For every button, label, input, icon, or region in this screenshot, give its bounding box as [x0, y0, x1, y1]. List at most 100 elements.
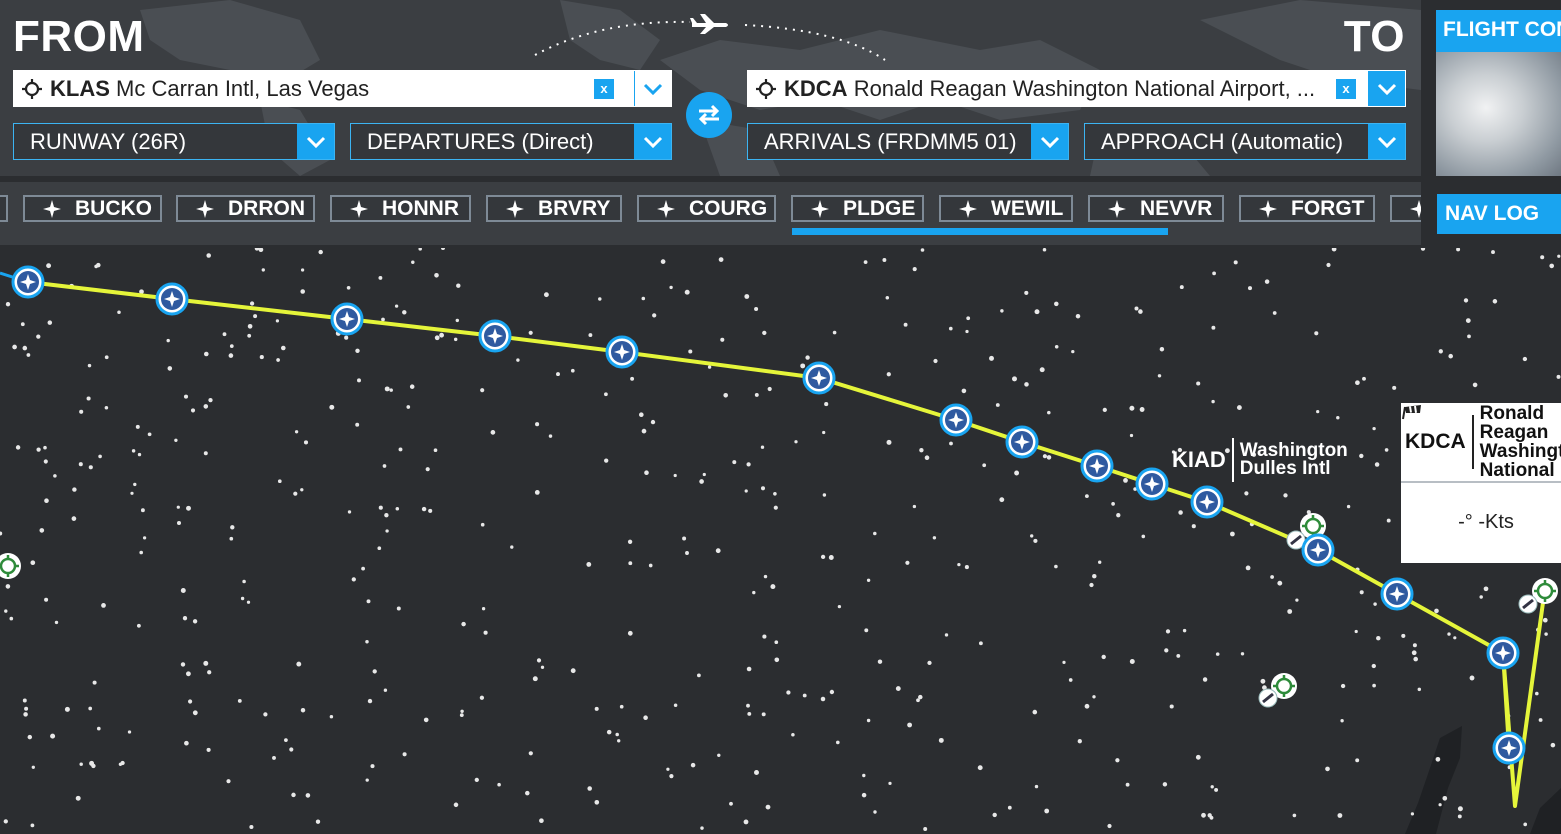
navaid-dot [247, 333, 252, 338]
arrivals-select[interactable]: ARRIVALS (FRDMM5 01) [747, 123, 1069, 160]
departure-airport-field[interactable]: KLAS Mc Carran Intl, Las Vegas x [13, 70, 672, 107]
navaid-dot [406, 405, 411, 409]
navaid-dot [1240, 652, 1245, 656]
navaid-dot [166, 338, 170, 343]
navaid-dot [822, 430, 826, 435]
navaid-dot [118, 762, 123, 766]
navaid-dot [185, 671, 191, 677]
navaid-dot [249, 301, 255, 306]
arrivals-value: ARRIVALS (FRDMM5 01) [764, 128, 1017, 154]
navaid-dot [1326, 262, 1331, 268]
waypoint-strip[interactable]: BUCKO DRRON HONNR BRVRY COURG PLDGE WEWI… [0, 182, 1421, 245]
navaid-dot [1107, 823, 1112, 829]
navaid-dot [1337, 813, 1343, 818]
navaid-dot [474, 777, 479, 783]
navaid-dot [1024, 290, 1029, 295]
navaid-dot [1032, 709, 1038, 715]
navaid-dot [96, 726, 101, 731]
flight-conditions-panel[interactable]: FLIGHT CONDITIONS [1436, 10, 1561, 176]
navaid-dot [229, 344, 234, 348]
waypoint-chip[interactable]: BRVRY [486, 195, 622, 222]
approach-value: APPROACH (Automatic) [1101, 128, 1344, 154]
navaid-dot [548, 434, 553, 438]
navaid-dot [50, 733, 56, 739]
waypoint-chip[interactable]: PLDGE [791, 195, 924, 222]
navaid-dot [835, 740, 840, 745]
navaid-dot [1457, 806, 1463, 812]
navaid-dot [746, 462, 751, 467]
world-map[interactable]: KIAD Washington Dulles Intl KDCA Ronald … [0, 248, 1561, 834]
navaid-dot [277, 479, 282, 484]
navaid-dot [365, 640, 369, 644]
arrivals-dropdown-button[interactable] [1031, 124, 1068, 159]
flight-conditions-label: FLIGHT CONDITIONS [1436, 10, 1561, 52]
navaid-dot [453, 802, 459, 808]
navaid-dot [1535, 691, 1539, 696]
waypoint-chip-partial[interactable] [1390, 195, 1421, 222]
navaid-dot [1176, 653, 1181, 658]
nav-log-button[interactable]: NAV LOG [1437, 194, 1561, 234]
runway-select[interactable]: RUNWAY (26R) [13, 123, 335, 160]
clear-departure-button[interactable]: x [594, 78, 614, 99]
navaid-dot [409, 384, 415, 389]
navaid-dot [1453, 636, 1457, 640]
kiad-airport-label[interactable]: KIAD Washington Dulles Intl [1172, 438, 1394, 482]
navaid-dot [402, 310, 407, 315]
navaid-dot [483, 630, 488, 635]
arrival-airport-field[interactable]: KDCA Ronald Reagan Washington National A… [747, 70, 1406, 107]
waypoint-chip[interactable]: HONNR [330, 195, 471, 222]
navaid-dot [43, 459, 48, 464]
navaid-dot [346, 285, 351, 290]
departure-dropdown-button[interactable] [634, 71, 671, 106]
navaid-dot [977, 765, 983, 771]
waypoint-chip[interactable]: DRRON [176, 195, 315, 222]
navaid-dot [594, 706, 599, 711]
waypoint-marker [330, 302, 364, 336]
navaid-dot [1412, 643, 1417, 648]
navaid-dot [497, 782, 501, 787]
departures-dropdown-button[interactable] [634, 124, 671, 159]
navaid-dot [652, 313, 657, 318]
navaid-dot [837, 604, 842, 609]
navaid-dot [992, 812, 997, 818]
waypoint-chip[interactable]: COURG [637, 195, 776, 222]
waypoint-star-icon [43, 199, 61, 218]
navaid-dot [1102, 407, 1107, 413]
navaid-dot [1139, 407, 1145, 412]
navaid-dot [673, 703, 678, 708]
arrival-dropdown-button[interactable] [1368, 71, 1405, 106]
navaid-dot [139, 550, 144, 555]
navaid-dot [791, 733, 795, 737]
navaid-dot [1373, 602, 1377, 606]
swap-airports-button[interactable] [686, 92, 732, 138]
navaid-dot [1054, 345, 1059, 349]
navaid-dot [30, 560, 36, 566]
approach-select[interactable]: APPROACH (Automatic) [1084, 123, 1406, 160]
navaid-dot [1457, 814, 1462, 819]
navaid-dot [130, 491, 134, 495]
navaid-dot [1401, 633, 1406, 638]
waypoint-chip[interactable]: FORGT [1239, 195, 1375, 222]
waypoint-chip[interactable]: WEWIL [939, 195, 1073, 222]
navaid-dot [137, 452, 142, 457]
navaid-dot [1030, 534, 1034, 538]
navaid-dot [540, 665, 545, 669]
navaid-dot [1438, 349, 1443, 354]
map-canvas[interactable] [0, 248, 1561, 834]
waypoint-marker [1301, 533, 1335, 567]
navaid-dot [786, 690, 791, 695]
navaid-dot [916, 698, 920, 703]
navaid-dot [44, 597, 49, 602]
departures-select[interactable]: DEPARTURES (Direct) [350, 123, 672, 160]
navaid-dot [177, 521, 181, 525]
runway-dropdown-button[interactable] [297, 124, 334, 159]
waypoint-star-icon [1259, 199, 1277, 218]
navaid-dot [36, 447, 41, 452]
kdca-airport-card[interactable]: KDCA Ronald Reagan Washington National -… [1401, 403, 1561, 563]
clear-arrival-button[interactable]: x [1336, 78, 1356, 99]
waypoint-chip[interactable]: BUCKO [23, 195, 162, 222]
waypoint-chip[interactable]: NEVVR [1088, 195, 1224, 222]
waypoint-chip-partial[interactable] [0, 195, 8, 222]
approach-dropdown-button[interactable] [1368, 124, 1405, 159]
navaid-dot [26, 353, 31, 357]
